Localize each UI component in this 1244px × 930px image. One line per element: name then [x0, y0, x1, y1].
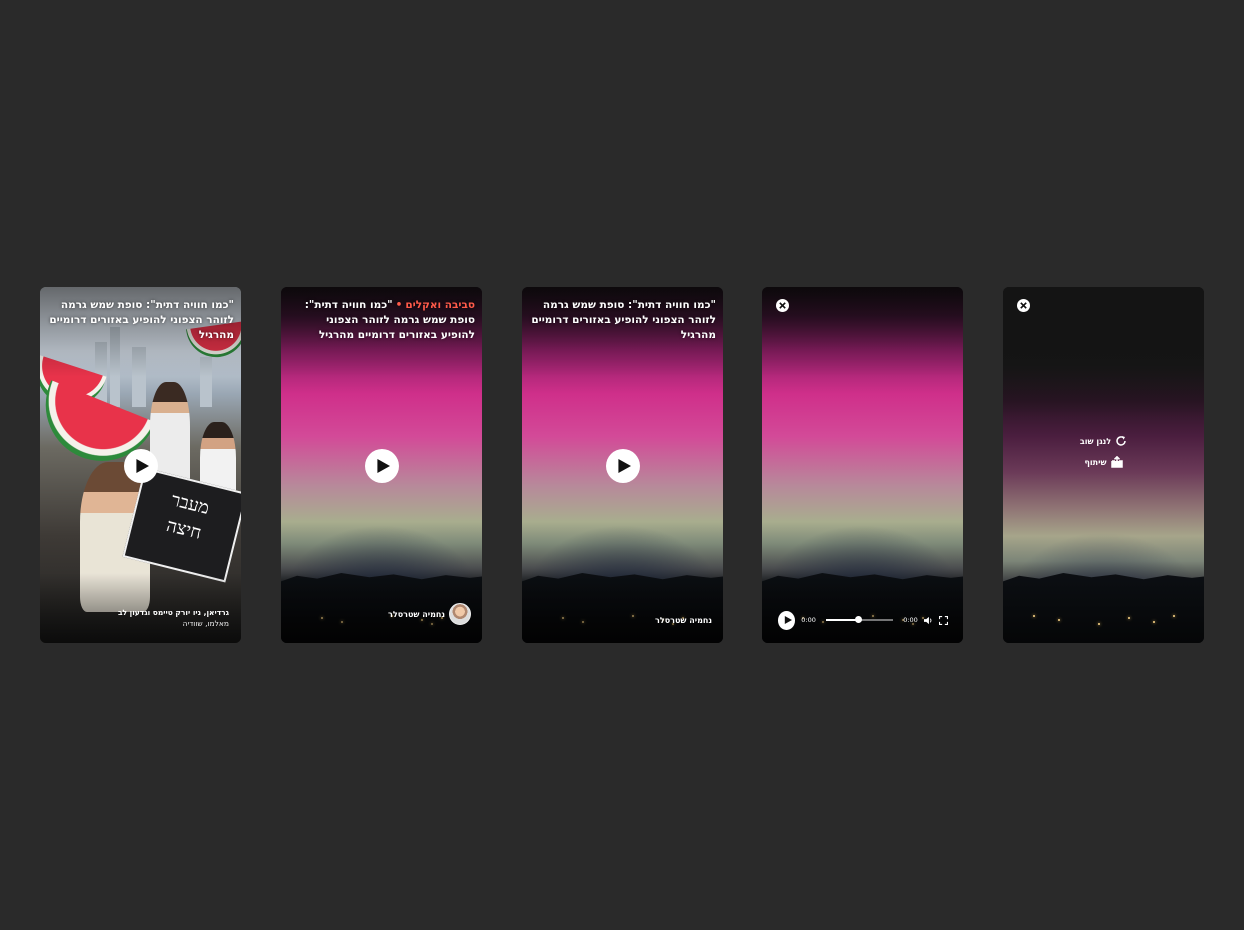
- seek-progress: [825, 619, 858, 621]
- play-icon: [136, 459, 149, 473]
- author-name: נחמיה שטרסלר: [388, 609, 445, 619]
- story-card-photo[interactable]: מעבר חיצה "כמו חוויה דתית": סופת שמש גרמ…: [40, 287, 241, 643]
- story-card-player[interactable]: 0:00 0:00: [762, 287, 963, 643]
- replay-button[interactable]: לנגן שוב: [1080, 435, 1127, 447]
- replay-label: לנגן שוב: [1079, 436, 1112, 446]
- play-icon: [784, 616, 792, 624]
- close-button[interactable]: [776, 299, 789, 312]
- fullscreen-button[interactable]: [938, 615, 948, 625]
- duration: 0:00: [903, 616, 918, 624]
- replay-icon: [1116, 436, 1126, 446]
- author[interactable]: נחמיה שטרסלר: [655, 616, 712, 625]
- share-button[interactable]: שיתוף: [1084, 456, 1123, 468]
- seek-handle[interactable]: [854, 616, 862, 623]
- seek-bar[interactable]: [825, 616, 894, 623]
- play-button[interactable]: [605, 449, 640, 483]
- player-controls: 0:00 0:00: [778, 610, 948, 630]
- play-button[interactable]: [364, 449, 399, 483]
- fullscreen-icon: [938, 615, 948, 625]
- share-label: שיתוף: [1084, 457, 1107, 467]
- story-card-aurora[interactable]: "כמו חוויה דתית": סופת שמש גרמה לזוהר הצ…: [522, 287, 723, 643]
- share-icon: [1110, 456, 1123, 468]
- volume-icon: [923, 616, 932, 624]
- section-label[interactable]: סביבה ואקלים: [405, 299, 475, 311]
- close-button[interactable]: [1017, 299, 1030, 312]
- avatar: [449, 603, 471, 625]
- close-icon: [1020, 302, 1027, 309]
- story-headline[interactable]: סביבה ואקלים•"כמו חוויה דתית": סופת שמש …: [289, 298, 475, 343]
- story-headline[interactable]: "כמו חוויה דתית": סופת שמש גרמה לזוהר הצ…: [530, 298, 716, 343]
- end-menu: לנגן שוב שיתוף: [1003, 435, 1204, 468]
- volume-button[interactable]: [923, 615, 933, 625]
- current-time: 0:00: [801, 616, 816, 624]
- play-button[interactable]: [123, 449, 158, 483]
- player-play-button[interactable]: [778, 610, 796, 630]
- photo-credit: גרדיאן, ניו יורק טיימס וגדעון לב מאלמו, …: [117, 608, 229, 628]
- close-icon: [779, 302, 786, 309]
- author[interactable]: נחמיה שטרסלר: [388, 603, 471, 625]
- story-headline[interactable]: "כמו חוויה דתית": סופת שמש גרמה לזוהר הצ…: [48, 298, 234, 343]
- story-card-aurora-section[interactable]: סביבה ואקלים•"כמו חוויה דתית": סופת שמש …: [281, 287, 482, 643]
- story-card-end[interactable]: לנגן שוב שיתוף: [1003, 287, 1204, 643]
- author-name: נחמיה שטרסלר: [655, 616, 712, 625]
- play-icon: [618, 459, 631, 473]
- play-icon: [377, 459, 390, 473]
